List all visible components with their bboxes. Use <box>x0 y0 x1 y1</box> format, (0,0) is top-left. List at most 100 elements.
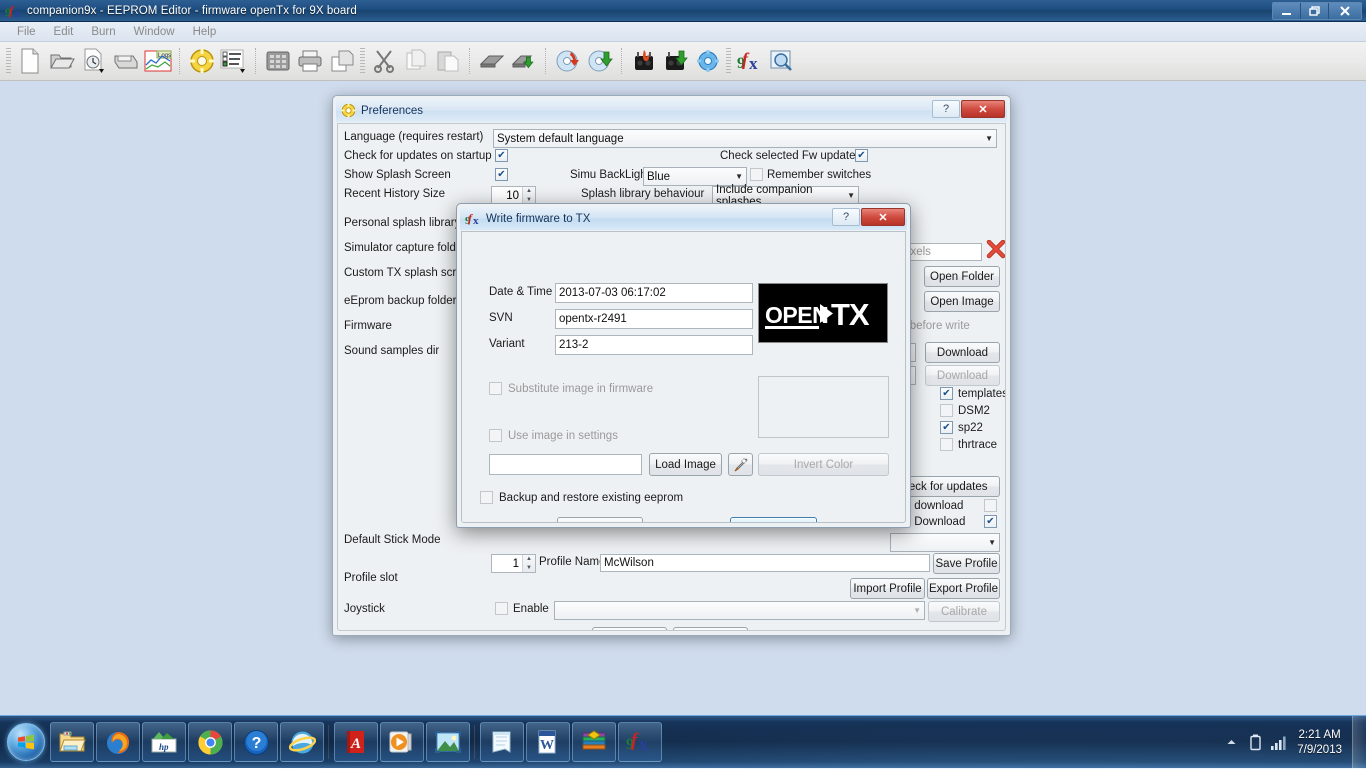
preferences-ok-button[interactable]: OK <box>592 627 667 630</box>
toolbar-grip[interactable] <box>360 48 365 74</box>
spinner-arrows[interactable]: ▲ ▼ <box>522 187 535 204</box>
date-time-input[interactable]: 2013-07-03 06:17:02 <box>555 283 753 303</box>
joystick-combo[interactable]: ▼ <box>554 601 925 620</box>
read-flash-icon[interactable] <box>477 45 507 77</box>
custom-tx-splash-screen-label: Custom TX splash screen <box>344 267 466 279</box>
menu-burn[interactable]: Burn <box>82 24 124 40</box>
taskbar-winrar[interactable] <box>572 722 616 762</box>
toolbar-grip[interactable] <box>726 48 731 74</box>
firmware-download-button[interactable]: Download <box>925 342 1000 363</box>
svg-text:?: ? <box>251 735 261 752</box>
taskbar-explorer[interactable] <box>50 722 94 762</box>
battery-icon[interactable] <box>1246 734 1264 751</box>
clock[interactable]: 2:21 AM 7/9/2013 <box>1297 728 1342 758</box>
configure-icon[interactable] <box>693 45 723 77</box>
language-combo[interactable]: System default language ▼ <box>493 129 997 148</box>
calibrate-button[interactable]: Calibrate <box>928 601 1000 622</box>
menu-help[interactable]: Help <box>184 24 226 40</box>
taskbar-firefox[interactable] <box>96 722 140 762</box>
new-icon[interactable] <box>15 45 45 77</box>
logs-chart-icon[interactable]: Logs <box>143 45 173 77</box>
red-x-icon[interactable] <box>986 239 1005 263</box>
close-button[interactable] <box>1329 3 1361 19</box>
preferences-gear-icon[interactable] <box>187 45 217 77</box>
open-folder-icon[interactable] <box>47 45 77 77</box>
use-image-in-settings-label: Use image in settings <box>508 430 618 442</box>
simulate-icon[interactable] <box>263 45 293 77</box>
substitute-image-checkbox[interactable] <box>489 382 502 395</box>
signal-bars-icon[interactable] <box>1270 736 1288 750</box>
read-eeprom-icon[interactable] <box>553 45 583 77</box>
export-profile-button[interactable]: Export Profile <box>927 578 1000 599</box>
profile-slot-spinner[interactable]: 1 ▲ ▼ <box>491 554 536 573</box>
taskbar-word[interactable]: W <box>526 722 570 762</box>
load-image-button[interactable]: Load Image <box>649 453 722 476</box>
taskbar-notepad[interactable] <box>480 722 524 762</box>
write-firmware-close-button[interactable]: ✕ <box>861 208 905 226</box>
image-path-input[interactable] <box>489 454 642 475</box>
thrtrace-checkbox[interactable] <box>940 438 953 451</box>
chevron-up-icon[interactable] <box>1222 738 1240 747</box>
cut-icon[interactable] <box>369 45 399 77</box>
spinner-arrows[interactable]: ▲ ▼ <box>522 555 535 572</box>
write-eeprom-icon[interactable] <box>585 45 615 77</box>
stick-mode-combo-right[interactable]: ▼ <box>890 533 1000 552</box>
backup-restore-checkbox[interactable] <box>480 491 493 504</box>
restore-button[interactable] <box>1301 3 1329 19</box>
sp22-checkbox[interactable]: ✔ <box>940 421 953 434</box>
taskbar-ie[interactable] <box>280 722 324 762</box>
magic-wand-icon[interactable] <box>728 453 753 476</box>
taskbar-acrobat[interactable]: A <box>334 722 378 762</box>
after-download-checkbox-2[interactable]: ✔ <box>984 515 997 528</box>
write-firmware-cancel-button[interactable]: Cancel <box>557 517 643 522</box>
toolbar-grip[interactable] <box>6 48 11 74</box>
print-icon[interactable] <box>295 45 325 77</box>
read-firmware-tx-icon[interactable] <box>661 45 691 77</box>
minimize-button[interactable] <box>1273 3 1301 19</box>
templates-checkbox[interactable]: ✔ <box>940 387 953 400</box>
preferences-help-button[interactable]: ? <box>932 100 960 118</box>
preferences-close-button[interactable]: ✕ <box>961 100 1005 118</box>
burn-firmware-tx-icon[interactable] <box>629 45 659 77</box>
taskbar-companion9x[interactable]: 9 f x <box>618 722 662 762</box>
taskbar-media-player[interactable] <box>380 722 424 762</box>
variant-input[interactable]: 213-2 <box>555 335 753 355</box>
copy-paste-icon[interactable] <box>327 45 357 77</box>
write-firmware-help-button[interactable]: ? <box>832 208 860 226</box>
menu-file[interactable]: File <box>8 24 45 40</box>
open-folder-button[interactable]: Open Folder <box>924 266 1000 287</box>
check-fw-updates-checkbox[interactable]: ✔ <box>855 149 868 162</box>
dsm2-checkbox[interactable] <box>940 404 953 417</box>
write-flash-icon[interactable] <box>509 45 539 77</box>
paste-icon[interactable] <box>433 45 463 77</box>
after-download-checkbox-1[interactable] <box>984 499 997 512</box>
save-icon[interactable] <box>111 45 141 77</box>
taskbar-chrome[interactable] <box>188 722 232 762</box>
remember-switches-checkbox[interactable] <box>750 168 763 181</box>
sound-download-button[interactable]: Download <box>925 365 1000 386</box>
search-icon[interactable] <box>767 45 797 77</box>
taskbar-photo-viewer[interactable] <box>426 722 470 762</box>
menu-window[interactable]: Window <box>125 24 184 40</box>
check-updates-checkbox[interactable]: ✔ <box>495 149 508 162</box>
copy-icon[interactable] <box>401 45 431 77</box>
menu-edit[interactable]: Edit <box>45 24 83 40</box>
show-splash-checkbox[interactable]: ✔ <box>495 168 508 181</box>
import-profile-button[interactable]: Import Profile <box>850 578 925 599</box>
profile-name-input[interactable]: McWilson <box>600 554 930 572</box>
recent-files-icon[interactable] <box>79 45 109 77</box>
preferences-cancel-button[interactable]: Cancel <box>673 627 748 630</box>
open-image-button[interactable]: Open Image <box>924 291 1000 312</box>
start-orb[interactable] <box>3 721 49 763</box>
companion9x-logo-icon[interactable]: 9 f x <box>735 45 765 77</box>
show-desktop-button[interactable] <box>1352 716 1366 769</box>
invert-color-button[interactable]: Invert Color <box>758 453 889 476</box>
use-image-in-settings-checkbox[interactable] <box>489 429 502 442</box>
save-profile-button[interactable]: Save Profile <box>933 553 1000 574</box>
taskbar-help[interactable]: ? <box>234 722 278 762</box>
joystick-enable-checkbox[interactable] <box>495 602 508 615</box>
burn-to-tx-button[interactable]: Burn to TX <box>730 517 817 522</box>
svn-input[interactable]: opentx-r2491 <box>555 309 753 329</box>
taskbar-hp[interactable]: hp <box>142 722 186 762</box>
burn-options-list-icon[interactable] <box>219 45 249 77</box>
